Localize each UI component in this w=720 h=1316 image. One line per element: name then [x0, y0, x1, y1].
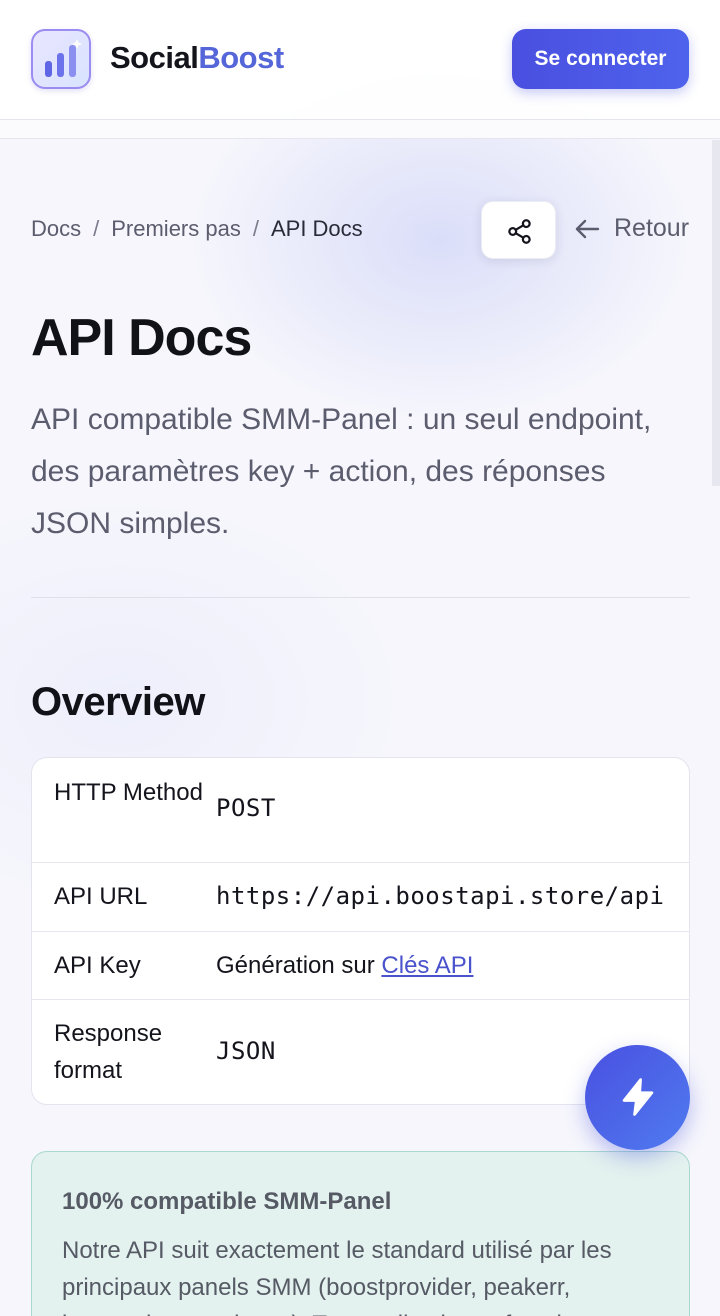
breadcrumb-separator: /: [252, 216, 259, 241]
scrollbar[interactable]: [712, 140, 720, 486]
quick-action-button[interactable]: [585, 1045, 690, 1150]
lightning-icon: [622, 1078, 654, 1116]
overview-table: HTTP Method POST API URL https://api.boo…: [31, 757, 690, 1105]
row-key: HTTP Method: [54, 779, 203, 806]
breadcrumb-docs[interactable]: Docs: [31, 216, 81, 241]
row-value: POST: [216, 794, 276, 822]
page-title: API Docs: [31, 309, 252, 367]
row-key: Response format: [54, 1020, 163, 1084]
brand-name[interactable]: SocialBoost: [110, 38, 284, 78]
header-bottom-strip: [0, 120, 720, 139]
brand-name-part2: Boost: [198, 40, 284, 75]
brand-name-part1: Social: [110, 40, 199, 75]
table-row: API Key Génération sur Clés API: [32, 932, 689, 1000]
api-key-prefix: Génération sur: [216, 952, 382, 979]
top-header: SocialBoost Se connecter: [0, 0, 720, 120]
breadcrumb-current: API Docs: [270, 216, 363, 241]
compatibility-callout: 100% compatible SMM-Panel Notre API suit…: [31, 1151, 690, 1316]
api-keys-link[interactable]: Clés API: [381, 952, 473, 979]
breadcrumb: Docs / Premiers pas / API Docs: [31, 214, 363, 244]
breadcrumb-getting-started[interactable]: Premiers pas: [111, 216, 241, 241]
login-button[interactable]: Se connecter: [512, 29, 689, 89]
row-value: JSON: [216, 1037, 276, 1065]
table-row: HTTP Method POST: [32, 758, 689, 863]
table-row: API URL https://api.boostapi.store/api: [32, 863, 689, 932]
api-url-value: https://api.boostapi.store/api: [216, 882, 665, 910]
overview-title: Overview: [31, 680, 205, 724]
arrow-left-icon: [575, 219, 600, 239]
callout-text: Notre API suit exactement le standard ut…: [62, 1237, 615, 1316]
back-link-label: Retour: [614, 214, 690, 242]
page-intro: API compatible SMM-Panel : un seul endpo…: [31, 403, 652, 540]
row-key: API URL: [54, 883, 148, 910]
breadcrumb-separator: /: [93, 216, 100, 241]
divider: [31, 597, 690, 598]
share-button[interactable]: [481, 201, 556, 259]
callout-title: 100% compatible SMM-Panel: [62, 1188, 392, 1215]
logo-icon[interactable]: [31, 29, 91, 89]
row-value: Génération sur Clés API: [216, 947, 473, 984]
row-key: API Key: [54, 952, 141, 979]
share-icon: [508, 219, 531, 244]
